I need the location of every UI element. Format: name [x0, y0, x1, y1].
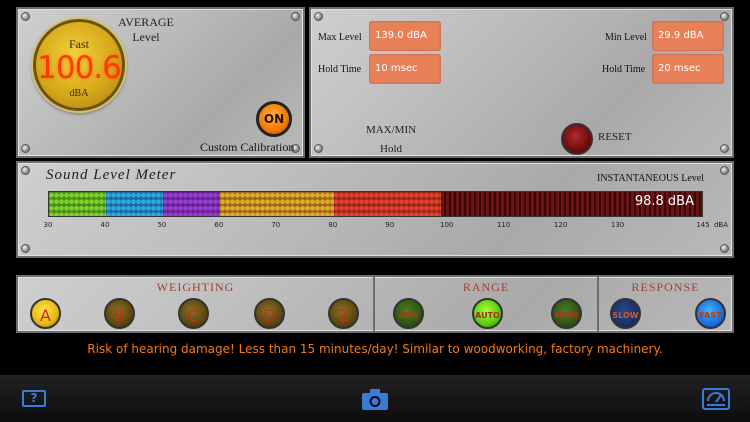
calibration-on-button[interactable]: ON — [256, 101, 292, 137]
screw-icon — [21, 12, 30, 21]
weighting-option-c[interactable]: C — [178, 298, 209, 329]
scale-unit: dBA — [713, 221, 729, 229]
hearing-warning: Risk of hearing damage! Less than 15 min… — [87, 342, 663, 356]
screw-icon — [720, 166, 729, 175]
level-bar-segment — [163, 192, 220, 216]
screw-icon — [720, 12, 729, 21]
scale-tick: 110 — [496, 221, 511, 229]
average-level-panel: Fast 100.6 dBA AVERAGE Level ON Custom C… — [16, 7, 305, 158]
range-title: RANGE — [462, 280, 510, 294]
screw-icon — [720, 144, 729, 153]
level-bar-segment — [49, 192, 106, 216]
range-option-low[interactable]: LOW — [393, 298, 424, 329]
scale-tick: 90 — [385, 221, 395, 229]
weighting-section: WEIGHTING A B C D Z — [18, 277, 375, 331]
scale-tick: 145 — [696, 221, 710, 229]
max-level-label: Max Level — [318, 32, 362, 43]
min-level-label: Min Level — [605, 32, 647, 43]
range-option-auto[interactable]: AUTO — [472, 298, 503, 329]
screw-icon — [720, 244, 729, 253]
scale-tick: 30 — [43, 221, 53, 229]
max-hold-time-value[interactable]: 10 msec — [369, 54, 441, 84]
response-title: RESPONSE — [631, 280, 700, 294]
range-option-high[interactable]: HIGH — [551, 298, 582, 329]
bottom-toolbar: ? — [0, 375, 750, 422]
maxmin-panel: Max Level 139.0 dBA Hold Time 10 msec Mi… — [309, 7, 734, 158]
reset-label: RESET — [598, 131, 632, 143]
scale-tick: 120 — [553, 221, 568, 229]
gauge-value: 100.6 — [37, 50, 122, 86]
weighting-title: WEIGHTING — [156, 280, 235, 294]
level-bar: 98.8 dBA — [48, 191, 703, 217]
scale-tick: 80 — [328, 221, 338, 229]
average-level-gauge[interactable]: Fast 100.6 dBA — [33, 19, 125, 111]
max-level-value: 139.0 dBA — [369, 21, 441, 51]
screw-icon — [314, 12, 323, 21]
weighting-option-b[interactable]: B — [104, 298, 135, 329]
reset-button[interactable] — [561, 123, 593, 155]
meter-icon[interactable] — [702, 388, 730, 410]
scale-tick: 40 — [100, 221, 110, 229]
instantaneous-label: INSTANTANEOUS Level — [597, 173, 704, 184]
scale-tick: 60 — [214, 221, 224, 229]
scale-tick: 50 — [157, 221, 167, 229]
range-section: RANGE LOW AUTO HIGH — [375, 277, 599, 331]
help-icon[interactable]: ? — [22, 390, 46, 407]
camera-icon[interactable] — [361, 387, 389, 411]
level-bar-segment — [106, 192, 163, 216]
scale-tick: 130 — [610, 221, 625, 229]
meter-title: Sound Level Meter — [46, 167, 177, 183]
calibration-label: Custom Calibration — [200, 140, 295, 154]
response-option-slow[interactable]: SLOW — [610, 298, 641, 329]
scale-tick: 100 — [440, 221, 454, 229]
min-hold-time-label: Hold Time — [602, 64, 646, 75]
weighting-option-d[interactable]: D — [254, 298, 285, 329]
scale-tick: 70 — [271, 221, 281, 229]
sound-level-meter-panel: Sound Level Meter INSTANTANEOUS Level 98… — [16, 161, 734, 258]
weighting-option-a[interactable]: A — [30, 298, 61, 329]
screw-icon — [21, 144, 30, 153]
maxmin-hold-label: MAX/MIN Hold — [365, 124, 417, 155]
screw-icon — [314, 144, 323, 153]
response-section: RESPONSE SLOW FAST — [599, 277, 732, 331]
screw-icon — [21, 244, 30, 253]
instantaneous-reading: 98.8 dBA — [634, 194, 694, 209]
min-level-value: 29.9 dBA — [652, 21, 724, 51]
screw-icon — [291, 12, 300, 21]
level-bar-segment — [334, 192, 441, 216]
level-bar-segment — [220, 192, 334, 216]
gauge-unit: dBA — [69, 88, 89, 99]
average-level-label: AVERAGE Level — [118, 15, 174, 44]
weighting-option-z[interactable]: Z — [328, 298, 359, 329]
response-option-fast[interactable]: FAST — [695, 298, 726, 329]
max-hold-time-label: Hold Time — [318, 64, 362, 75]
min-hold-time-value[interactable]: 20 msec — [652, 54, 724, 84]
settings-panel: WEIGHTING A B C D Z RANGE LOW AUTO HIGH RESPON… — [16, 275, 734, 333]
screw-icon — [21, 166, 30, 175]
